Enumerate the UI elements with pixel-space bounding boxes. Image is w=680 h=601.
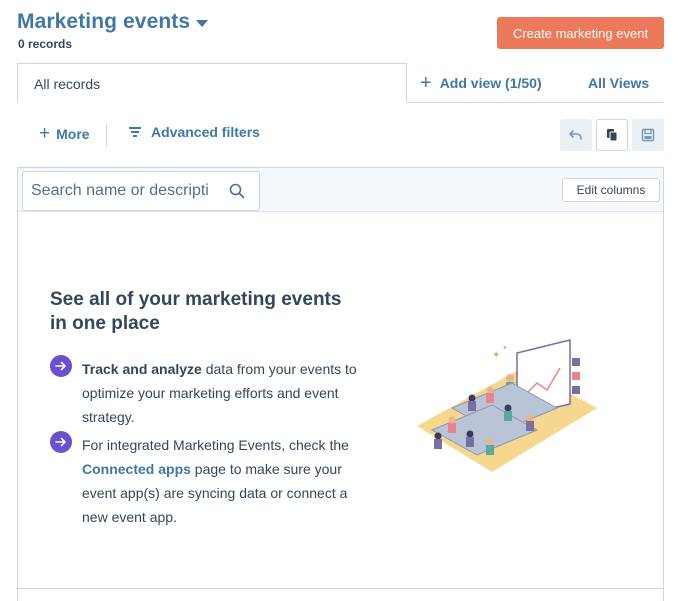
empty-state-bullet-track: Track and analyze data from your events … [50,355,367,429]
records-table: Edit columns See all of your marketing e… [17,167,664,601]
table-toolbar: + More Advanced filters [17,118,664,152]
plus-icon: + [39,123,51,144]
arrow-right-icon [50,431,72,453]
toolbar-divider [106,124,107,146]
undo-icon [569,130,582,140]
clone-icon [607,129,618,142]
bullet-text: Track and analyze data from your events … [82,357,367,429]
svg-text:✦: ✦ [502,344,508,352]
add-view-button[interactable]: + Add view (1/50) [420,63,542,103]
page-title: Marketing events [17,10,191,33]
search-icon [229,183,245,199]
filter-icon [129,127,141,137]
tab-all-records[interactable]: All records [17,63,407,103]
advanced-filters-button[interactable]: Advanced filters [129,124,260,140]
view-tabs: All records + Add view (1/50) All Views [17,63,664,103]
table-search-bar: Edit columns [18,168,663,212]
more-button[interactable]: + More [39,124,90,143]
table-divider [18,588,663,589]
more-label: More [56,125,90,142]
bullet-bold: Track and analyze [82,361,202,377]
empty-state-bullet-integrated: For integrated Marketing Events, check t… [50,431,367,529]
bullet-text: For integrated Marketing Events, check t… [82,433,367,529]
conference-room-illustration: ✦ ✦ [417,339,597,472]
all-views-button[interactable]: All Views [588,63,649,103]
edit-columns-button[interactable]: Edit columns [562,178,660,202]
clone-button[interactable] [596,119,628,151]
caret-down-icon [196,19,209,27]
create-marketing-event-button[interactable]: Create marketing event [497,17,664,49]
save-button[interactable] [632,119,664,151]
search-field[interactable] [22,171,260,211]
record-count: 0 records [18,37,73,51]
empty-state-title: See all of your marketing events in one … [50,289,342,334]
undo-button[interactable] [560,119,592,151]
svg-text:✦: ✦ [492,350,500,361]
arrow-right-icon [50,355,72,377]
advanced-filters-label: Advanced filters [151,124,260,140]
save-icon [641,128,655,142]
search-input[interactable] [23,172,223,210]
plus-icon: + [420,72,432,94]
connected-apps-link[interactable]: Connected apps [82,461,191,477]
add-view-label: Add view (1/50) [439,75,542,91]
bullet-pre: For integrated Marketing Events, check t… [82,437,349,453]
page-title-dropdown[interactable]: Marketing events [17,10,209,34]
